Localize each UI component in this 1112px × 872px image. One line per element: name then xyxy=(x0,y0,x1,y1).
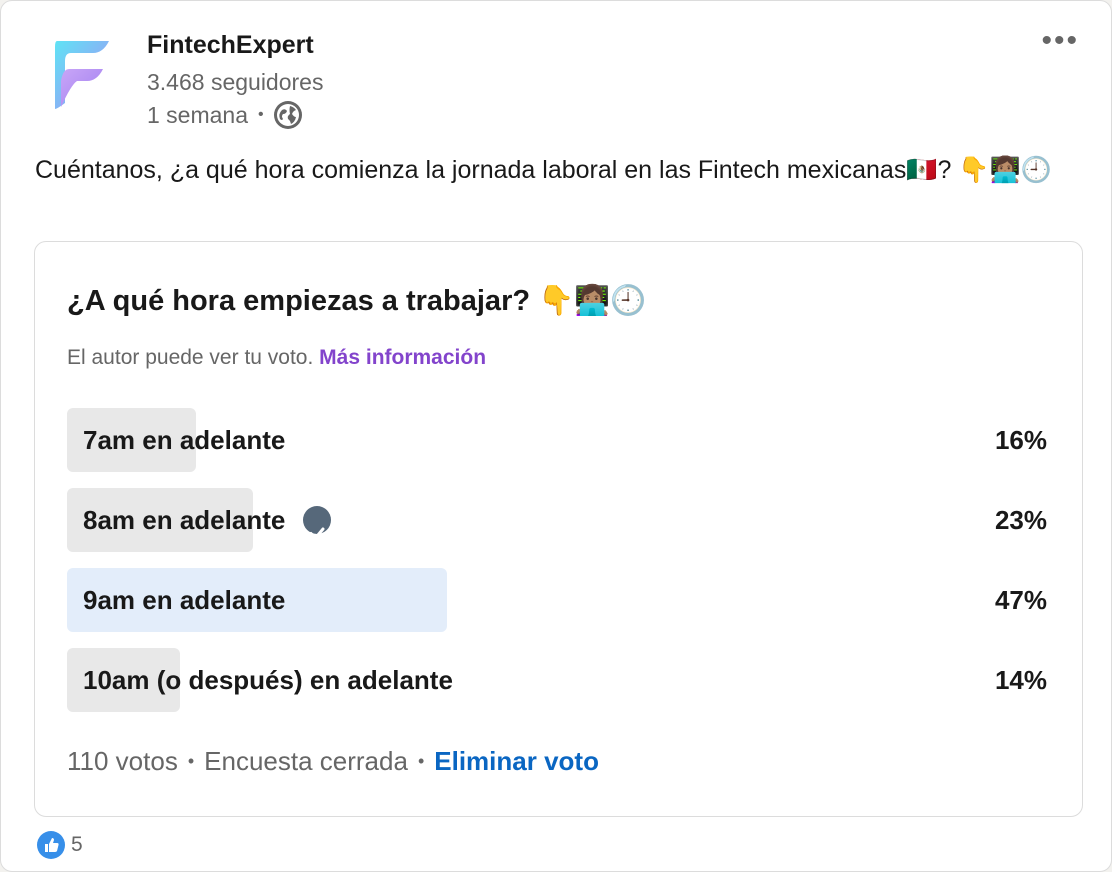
reactions[interactable]: 5 xyxy=(37,831,83,859)
poll-option-label: 9am en adelante xyxy=(83,585,286,615)
poll-option-percent: 14% xyxy=(994,665,1047,695)
footer-separator: • xyxy=(417,751,425,771)
checkmark-icon xyxy=(303,506,332,540)
author-followers: 3.468 seguidores xyxy=(147,69,324,95)
remove-vote-button[interactable]: Eliminar voto xyxy=(434,746,599,777)
vote-count: 110 votos xyxy=(67,746,178,776)
more-info-link[interactable]: Más información xyxy=(319,346,486,369)
poll-option-percent: 16% xyxy=(994,425,1047,455)
poll-option-percent: 23% xyxy=(994,505,1047,535)
reaction-count: 5 xyxy=(71,833,83,856)
post-time: 1 semana xyxy=(147,101,249,128)
post-text: Cuéntanos, ¿a qué hora comienza la jorna… xyxy=(35,156,1052,184)
poll-option-label: 7am en adelante xyxy=(83,425,286,455)
poll-option-label: 8am en adelante xyxy=(83,488,332,552)
post-card: FintechExpert 3.468 seguidores 1 semana … xyxy=(0,0,1112,872)
poll-option[interactable]: 7am en adelante 16% xyxy=(67,408,1049,472)
poll-note-text: El autor puede ver tu voto. xyxy=(67,346,314,369)
poll: ¿A qué hora empiezas a trabajar? 👇👩🏽‍💻🕘 … xyxy=(34,241,1083,817)
post-meta: 1 semana • xyxy=(147,101,302,129)
poll-note: El autor puede ver tu voto. Más informac… xyxy=(67,346,486,370)
poll-option-label: 10am (o después) en adelante xyxy=(83,665,453,695)
footer-separator: • xyxy=(187,751,195,771)
like-icon xyxy=(37,831,65,859)
more-options-icon[interactable]: ••• xyxy=(1041,26,1079,56)
globe-icon xyxy=(273,101,302,129)
company-logo[interactable] xyxy=(47,33,119,113)
poll-footer: 110 votos • Encuesta cerrada • Eliminar … xyxy=(67,746,599,777)
poll-option[interactable]: 10am (o después) en adelante 14% xyxy=(67,648,1049,712)
poll-option[interactable]: 8am en adelante 23% xyxy=(67,488,1049,552)
poll-option-percent: 47% xyxy=(994,585,1047,615)
poll-status: Encuesta cerrada xyxy=(204,746,408,776)
author-name[interactable]: FintechExpert xyxy=(147,31,314,60)
poll-question: ¿A qué hora empiezas a trabajar? 👇👩🏽‍💻🕘 xyxy=(67,285,647,317)
poll-option[interactable]: 9am en adelante 47% xyxy=(67,568,1049,632)
meta-separator: • xyxy=(258,106,264,123)
